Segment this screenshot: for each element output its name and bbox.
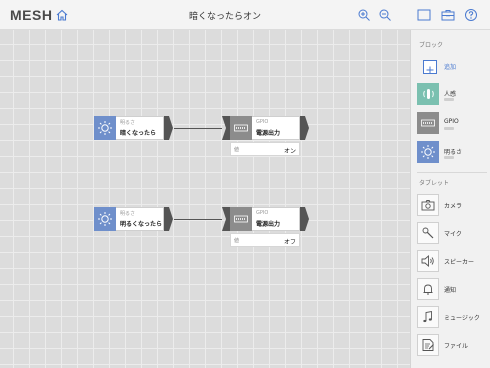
- add-block-label: 追加: [444, 64, 457, 71]
- gpio-block[interactable]: GPIO 電源出力: [222, 207, 310, 231]
- block-name: 電源出力: [256, 221, 281, 228]
- home-icon[interactable]: [54, 7, 70, 23]
- toolbox-icon[interactable]: [440, 7, 456, 23]
- section-divider: [417, 172, 487, 173]
- file-icon: [417, 334, 439, 356]
- sidebar-tablet-speaker[interactable]: スピーカー: [417, 250, 490, 272]
- block-name: 明るくなったら: [120, 221, 163, 228]
- plus-icon: [423, 60, 437, 74]
- add-block-button[interactable]: 追加: [417, 58, 490, 82]
- motion-sensor-icon: [417, 83, 439, 105]
- param-row[interactable]: 値 オフ: [230, 233, 300, 247]
- sidebar-tablet-file[interactable]: ファイル: [417, 334, 490, 356]
- sidebar-item-label: カメラ: [444, 203, 463, 210]
- zoom-in-icon[interactable]: [356, 7, 372, 23]
- level-bar: [444, 98, 454, 101]
- connection-wire: [174, 128, 222, 129]
- param-label: 値: [234, 238, 240, 244]
- sidebar-block-motion[interactable]: 人感: [417, 83, 490, 107]
- sidebar-item-label: GPIO: [444, 118, 459, 125]
- gpio-icon: [230, 207, 252, 231]
- param-value: オン: [283, 148, 296, 155]
- panel-icon[interactable]: [416, 7, 432, 23]
- speaker-icon: [417, 250, 439, 272]
- level-bar: [444, 127, 454, 130]
- param-row[interactable]: 値 オン: [230, 142, 300, 156]
- block-body: 明るさ 明るくなったら: [116, 207, 164, 231]
- output-connector[interactable]: [300, 207, 309, 231]
- brightness-block[interactable]: 明るさ 明るくなったら: [94, 207, 174, 231]
- sidebar: ブロック 追加 人感 GPIO 明るさ タブレット カメラ マイク スピーカー …: [410, 30, 490, 368]
- output-connector[interactable]: [164, 116, 173, 140]
- sidebar-item-label: 人感: [444, 91, 457, 98]
- gpio-block[interactable]: GPIO 電源出力: [222, 116, 310, 140]
- help-icon[interactable]: [463, 7, 479, 23]
- recipe-canvas[interactable]: 明るさ 暗くなったら GPIO 電源出力 値 オン 明るさ 明るくなったら GP…: [0, 30, 410, 368]
- block-category: GPIO: [256, 210, 269, 216]
- sidebar-tablet-music[interactable]: ミュージック: [417, 306, 490, 328]
- block-body: 明るさ 暗くなったら: [116, 116, 164, 140]
- connection-wire: [174, 219, 222, 220]
- brightness-block[interactable]: 明るさ 暗くなったら: [94, 116, 174, 140]
- sidebar-item-label: マイク: [444, 231, 462, 238]
- gpio-icon: [417, 112, 439, 134]
- brightness-icon: [94, 207, 116, 231]
- sidebar-item-label: ファイル: [444, 343, 469, 350]
- output-connector[interactable]: [164, 207, 173, 231]
- input-connector[interactable]: [222, 207, 230, 231]
- bell-icon: [417, 278, 439, 300]
- block-name: 電源出力: [256, 130, 281, 137]
- app-window: MESH 暗くなったらオン 明るさ 暗くなったら GPIO 電源出力 値 オン …: [0, 0, 490, 368]
- blocks-section-title: ブロック: [419, 42, 444, 49]
- brightness-icon: [94, 116, 116, 140]
- music-note-icon: [417, 306, 439, 328]
- sidebar-block-gpio[interactable]: GPIO: [417, 112, 490, 136]
- zoom-out-icon[interactable]: [377, 7, 393, 23]
- block-category: 明るさ: [120, 211, 136, 217]
- param-label: 値: [234, 147, 240, 153]
- sidebar-item-label: 通知: [444, 287, 457, 294]
- camera-icon: [417, 194, 439, 216]
- recipe-title: 暗くなったらオン: [188, 12, 261, 22]
- param-value: オフ: [283, 239, 296, 246]
- block-body: GPIO 電源出力: [252, 116, 300, 140]
- microphone-icon: [417, 222, 439, 244]
- gpio-icon: [230, 116, 252, 140]
- sidebar-tablet-microphone[interactable]: マイク: [417, 222, 490, 244]
- sidebar-tablet-notification[interactable]: 通知: [417, 278, 490, 300]
- block-category: GPIO: [256, 119, 269, 125]
- sidebar-item-label: 明るさ: [444, 149, 463, 156]
- block-category: 明るさ: [120, 120, 136, 126]
- sidebar-tablet-camera[interactable]: カメラ: [417, 194, 490, 216]
- block-body: GPIO 電源出力: [252, 207, 300, 231]
- brightness-icon: [417, 141, 439, 163]
- app-logo: MESH: [10, 7, 53, 23]
- sidebar-block-brightness[interactable]: 明るさ: [417, 141, 490, 165]
- input-connector[interactable]: [222, 116, 230, 140]
- sidebar-item-label: スピーカー: [444, 259, 475, 266]
- sidebar-item-label: ミュージック: [444, 315, 480, 322]
- block-name: 暗くなったら: [120, 130, 157, 137]
- output-connector[interactable]: [300, 116, 309, 140]
- tablet-section-title: タブレット: [419, 180, 450, 187]
- top-bar: MESH 暗くなったらオン: [0, 0, 490, 30]
- level-bar: [444, 156, 454, 159]
